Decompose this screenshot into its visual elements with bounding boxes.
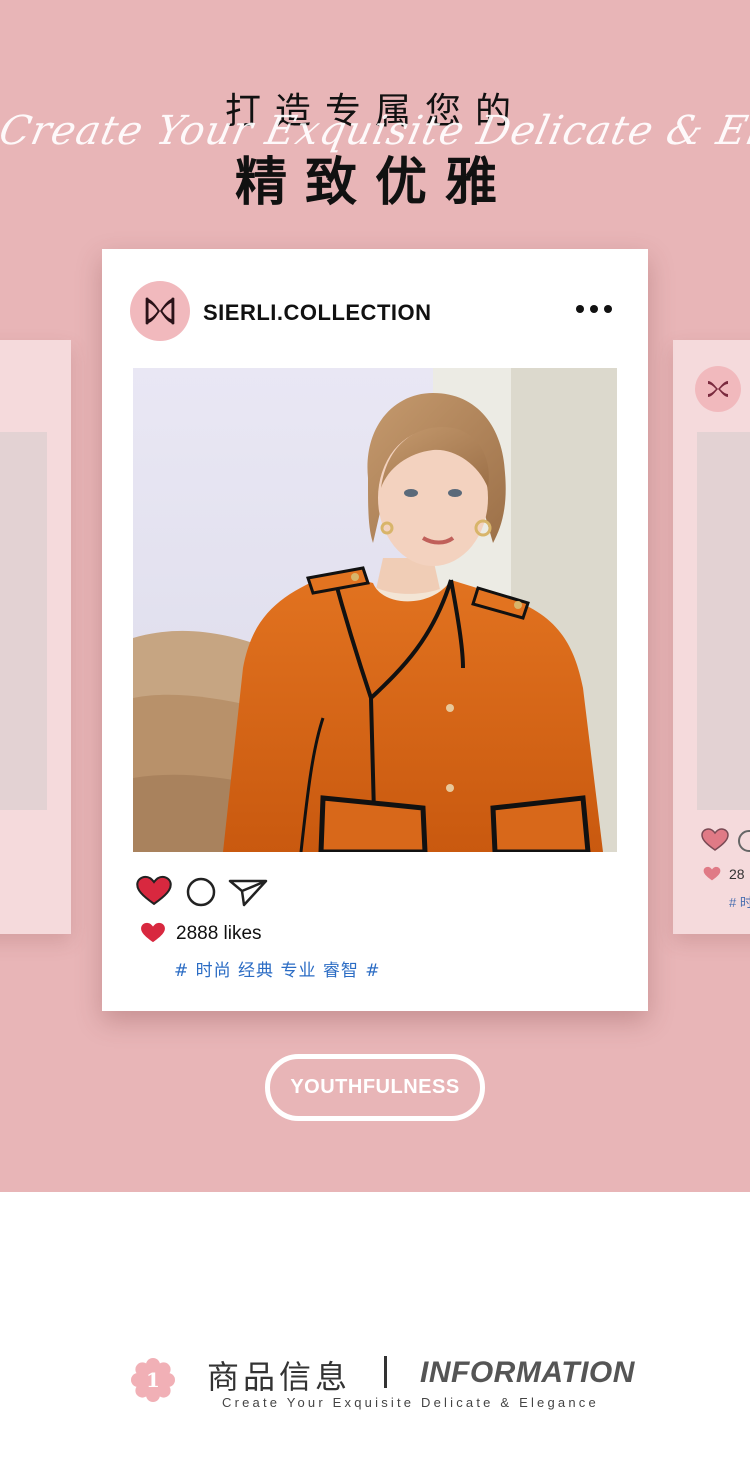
hashtags[interactable]: # 时尚 经典 专业 睿智 # [174,956,381,981]
side-card-photo-placeholder [0,432,47,810]
comment-icon[interactable] [186,877,216,912]
more-dots-icon[interactable] [574,302,614,321]
section-title-cn: 商品信息 [207,1358,352,1396]
heart-icon[interactable] [136,875,172,912]
share-send-icon[interactable] [228,877,268,912]
brand-logo-icon [695,366,741,412]
likes-heart-icon [703,866,721,887]
side-card-right[interactable]: 28 # 时 [673,340,750,934]
section-title-en: INFORMATION [420,1356,635,1389]
headline-line2: 精致优雅 [234,153,515,213]
hero-section: 打造专属您的 Create Your Exquisite Delicate & … [0,0,750,1192]
post-photo[interactable] [133,368,617,852]
title-divider [384,1356,387,1388]
hashtags[interactable]: # 时 [729,892,750,911]
model-photo [133,368,617,852]
avatar[interactable] [130,281,190,341]
comment-icon[interactable] [738,830,750,852]
brand-logo-icon [145,297,175,325]
likes-count: 28 [729,866,745,882]
section-number: 1 [146,1368,160,1392]
flower-number-badge-icon: 1 [130,1357,176,1408]
side-card-left[interactable] [0,340,71,934]
heart-icon[interactable] [701,828,729,857]
youthfulness-button[interactable]: YOUTHFULNESS [265,1054,485,1121]
side-card-photo-placeholder [697,432,750,810]
likes-count: 2888 likes [176,923,262,944]
post-card: SIERLI.COLLECTION 2888 likes # 时尚 经典 专业 … [102,249,648,1011]
section-subtitle: Create Your Exquisite Delicate & Eleganc… [222,1395,599,1410]
likes-heart-icon [140,922,166,949]
account-handle[interactable]: SIERLI.COLLECTION [203,300,432,326]
